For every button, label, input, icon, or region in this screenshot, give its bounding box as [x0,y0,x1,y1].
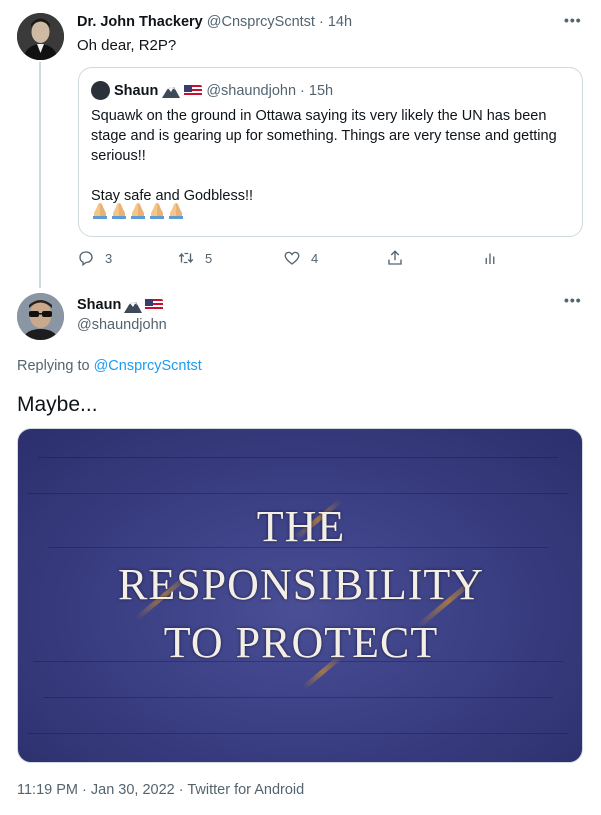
tweet-actions: 3 5 4 [77,249,507,269]
reply-author-name[interactable]: Shaun [77,297,121,313]
avatar-photo-icon [17,13,64,60]
analytics-button[interactable] [481,249,499,267]
parent-tweet[interactable]: Dr. John Thackery @CnsprcyScntst · 14h •… [0,0,601,288]
like-button[interactable]: 4 [283,249,318,267]
praying-hands-icon [150,203,164,219]
image-title-line-1: THE [256,502,346,551]
quote-author-name: Shaun [114,82,159,99]
us-flag-icon [145,299,164,311]
image-title-line-2: RESPONSIBILITY [117,560,485,609]
share-icon [388,250,402,265]
praying-hands-icon [112,203,126,219]
reply-author-handle[interactable]: @shaundjohn [77,317,167,333]
quote-time: · 15h [300,82,334,99]
us-flag-icon [184,84,203,97]
quoted-tweet[interactable]: Shaun @shaundjohn · 15h Squawk on the gr… [78,67,583,237]
script-line [28,493,568,494]
avatar-photo-icon [17,293,64,340]
heart-icon [284,251,300,265]
praying-hands-emojis [91,201,185,219]
quote-text: Squawk on the ground in Ottawa saying it… [91,108,557,204]
replying-handle-link[interactable]: @CnsprcyScntst [94,358,202,374]
more-options-icon[interactable]: ••• [564,292,582,308]
parent-header: Dr. John Thackery @CnsprcyScntst · 14h [77,14,352,30]
reply-button[interactable]: 3 [77,249,112,267]
praying-hands-icon [169,203,183,219]
image-title-line-3: TO PROTECT [163,618,439,667]
retweet-icon [178,252,194,264]
reply-author[interactable]: Shaun [77,297,164,313]
author-handle[interactable]: @CnsprcyScntst [207,14,315,30]
analytics-icon [485,253,495,264]
quote-avatar [91,81,110,100]
like-count: 4 [311,250,319,266]
replying-prefix: Replying to [17,358,90,374]
more-options-icon[interactable]: ••• [564,12,582,28]
share-button[interactable] [386,249,404,267]
quote-author-handle: @shaundjohn [206,82,297,99]
avatar[interactable] [17,13,64,60]
quote-header: Shaun @shaundjohn · 15h [91,81,333,100]
tweet-timestamp[interactable]: 11:19 PM · Jan 30, 2022 · Twitter for An… [17,782,304,798]
praying-hands-icon [93,203,107,219]
author-name[interactable]: Dr. John Thackery [77,14,203,30]
thread-connector [39,62,41,288]
replying-to: Replying to @CnsprcyScntst [17,358,202,374]
mountain-eagle-emoji-icon [124,301,143,313]
reply-avatar[interactable] [17,293,64,340]
tweet-text: Oh dear, R2P? [77,37,177,54]
tweet-image[interactable]: THE RESPONSIBILITY TO PROTECT [17,428,583,763]
script-line [38,457,558,458]
retweet-button[interactable]: 5 [177,249,212,267]
reply-count: 3 [105,250,113,266]
script-line [43,697,553,698]
reply-icon [79,251,93,267]
script-line [28,733,568,734]
retweet-count: 5 [205,250,213,266]
reply-text: Maybe... [17,393,98,416]
mountain-eagle-emoji-icon [162,87,181,98]
praying-hands-icon [131,203,145,219]
tweet-time[interactable]: · 14h [319,14,352,30]
